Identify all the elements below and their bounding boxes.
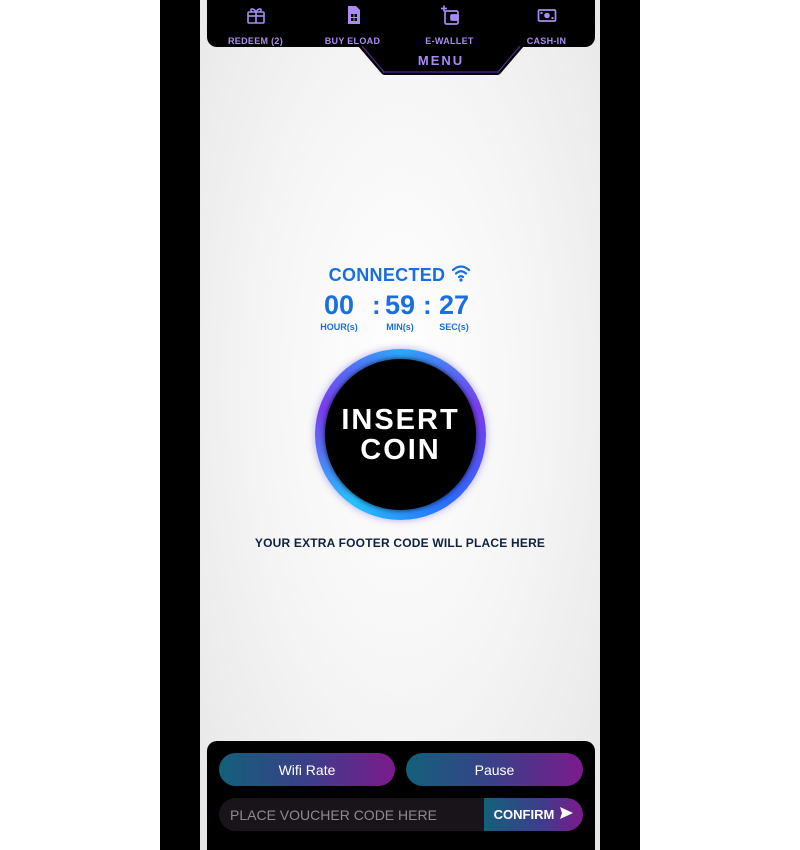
sim-card-icon — [343, 5, 363, 30]
menu-item-label: E-WALLET — [425, 36, 474, 46]
timer-seconds: 27 SEC(s) — [430, 290, 478, 332]
status-label: CONNECTED — [328, 265, 446, 285]
wifi-rate-button[interactable]: Wifi Rate — [219, 753, 395, 786]
voucher-code-input[interactable] — [219, 798, 484, 831]
banknote-icon — [537, 5, 557, 30]
top-menu-bar: REDEEM (2) BUY ELOAD E-WALLET CASH-IN — [207, 0, 595, 47]
menu-item-cash-in[interactable]: CASH-IN — [498, 0, 595, 47]
portal-screen: REDEEM (2) BUY ELOAD E-WALLET CASH-IN ME… — [200, 0, 600, 850]
device-frame: REDEEM (2) BUY ELOAD E-WALLET CASH-IN ME… — [160, 0, 640, 850]
gift-icon — [246, 5, 266, 30]
footer-text: YOUR EXTRA FOOTER CODE WILL PLACE HERE — [254, 536, 546, 550]
menu-item-label: CASH-IN — [526, 36, 567, 46]
pause-button[interactable]: Pause — [406, 753, 583, 786]
timer-seconds-unit: SEC(s) — [439, 322, 469, 332]
insert-coin-line2: COIN — [360, 433, 441, 466]
menu-item-redeem[interactable]: REDEEM (2) — [207, 0, 304, 47]
confirm-label: CONFIRM — [493, 807, 555, 822]
confirm-button[interactable]: CONFIRM — [484, 798, 583, 831]
timer-hours-unit: HOUR(s) — [320, 322, 358, 332]
menu-tab[interactable]: MENU — [358, 46, 524, 76]
connection-status: CONNECTED — [200, 264, 600, 287]
timer-minutes-value: 59 — [384, 290, 416, 320]
timer-hours-value: 00 — [323, 290, 355, 320]
insert-coin-face: INSERT COIN — [325, 359, 476, 510]
menu-item-label: BUY ELOAD — [324, 36, 381, 46]
timer-seconds-value: 27 — [438, 290, 470, 320]
insert-coin-line1: INSERT — [341, 403, 460, 436]
send-icon — [560, 807, 574, 822]
bottom-control-panel: Wifi Rate Pause CONFIRM — [207, 741, 595, 850]
menu-tab-label: MENU — [417, 53, 465, 68]
wallet-icon — [440, 5, 460, 30]
timer-minutes: 59 MIN(s) — [376, 290, 424, 332]
wifi-icon — [451, 264, 471, 287]
menu-item-label: REDEEM (2) — [227, 36, 283, 46]
timer-hours: 00 HOUR(s) — [315, 290, 363, 332]
insert-coin-button[interactable]: INSERT COIN — [315, 349, 486, 520]
timer-minutes-unit: MIN(s) — [386, 322, 414, 332]
menu-item-buy-eload[interactable]: BUY ELOAD — [304, 0, 401, 47]
menu-item-e-wallet[interactable]: E-WALLET — [401, 0, 498, 47]
